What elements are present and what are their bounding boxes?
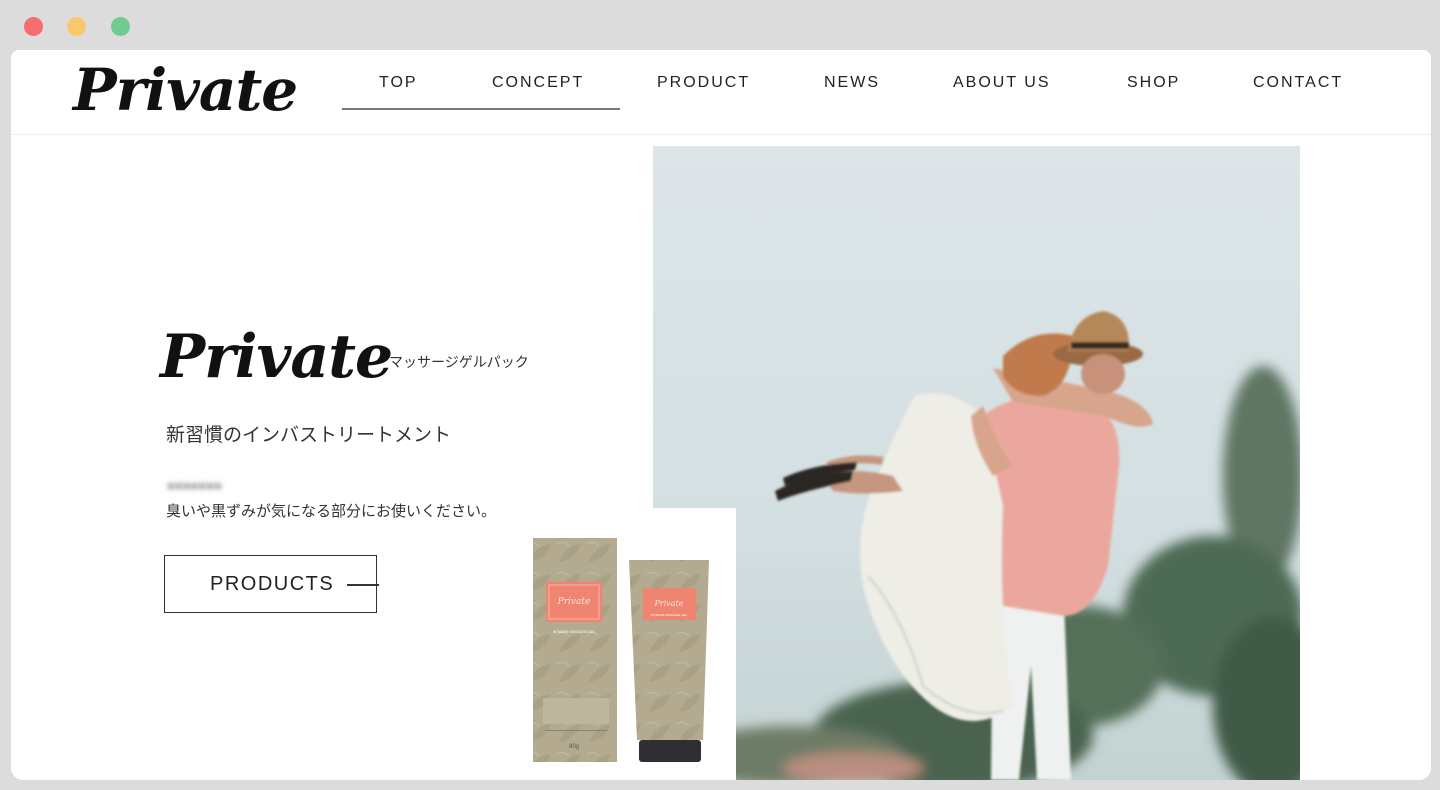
nav-item-concept[interactable]: CONCEPT [492, 74, 584, 92]
product-tube: Private INTIMATE MASSAGE GEL [629, 560, 709, 762]
arrow-line-icon [347, 584, 379, 586]
product-box: Private INTIMATE MASSAGE GEL 80g [533, 538, 617, 762]
site-header: Private TOP CONCEPT PRODUCT NEWS ABOUT U… [11, 50, 1431, 135]
site-logo[interactable]: Private [73, 56, 298, 124]
couple-photo-illustration [653, 146, 1300, 780]
svg-text:80g: 80g [569, 744, 579, 750]
nav-item-product[interactable]: PRODUCT [657, 74, 750, 92]
close-window-button[interactable] [24, 17, 43, 36]
nav-item-news[interactable]: NEWS [824, 74, 880, 92]
hero-tagline: 新習慣のインバストリートメント [166, 424, 452, 446]
svg-text:INTIMATE MASSAGE GEL: INTIMATE MASSAGE GEL [651, 613, 688, 617]
nav-item-about-us[interactable]: ABOUT US [953, 74, 1051, 92]
products-button[interactable]: PRODUCTS [164, 555, 379, 613]
hero-description: 臭いや黒ずみが気になる部分にお使いください。 [166, 503, 497, 520]
hero-title: Private [160, 322, 393, 392]
hero-subtitle: マッサージゲルパック [389, 355, 529, 371]
web-page: Private TOP CONCEPT PRODUCT NEWS ABOUT U… [11, 50, 1431, 780]
nav-active-underline [342, 108, 620, 110]
products-button-label: PRODUCTS [210, 573, 335, 595]
svg-text:Private: Private [653, 599, 683, 608]
svg-text:Private: Private [557, 597, 591, 607]
hero-photo [653, 146, 1300, 780]
product-panel: Private INTIMATE MASSAGE GEL 80g Private… [525, 508, 736, 780]
product-packaging: Private INTIMATE MASSAGE GEL 80g Private… [533, 538, 709, 762]
maximize-window-button[interactable] [111, 17, 130, 36]
blurred-text: ■■■■■■■ [167, 478, 222, 493]
minimize-window-button[interactable] [67, 17, 86, 36]
nav-item-top[interactable]: TOP [379, 74, 418, 92]
nav-item-contact[interactable]: CONTACT [1253, 74, 1343, 92]
browser-window: Private TOP CONCEPT PRODUCT NEWS ABOUT U… [0, 0, 1440, 790]
nav-item-shop[interactable]: SHOP [1127, 74, 1180, 92]
svg-text:INTIMATE MASSAGE GEL: INTIMATE MASSAGE GEL [553, 630, 595, 634]
